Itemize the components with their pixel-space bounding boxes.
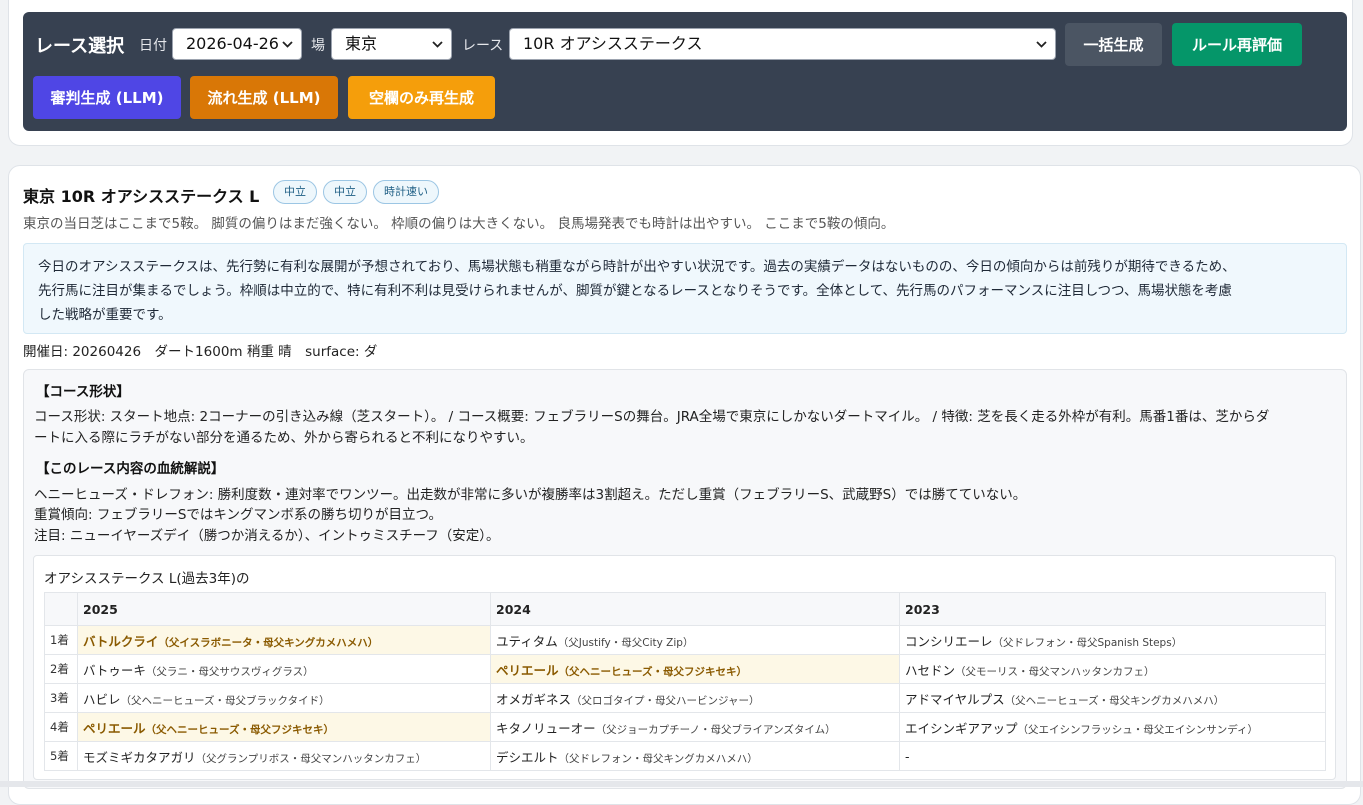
chevron-down-icon <box>279 29 295 59</box>
bloodline-line: ヘニーヒューズ・ドレフォン: 勝利度数・連対率でワンツー。出走数が非常に多いが複… <box>34 487 1027 503</box>
race-select-value: 10R オアシスステークス <box>523 34 703 53</box>
table-row: 1着 バトルクライ（父イスラボニータ・母父キングカメハメハ） ユティタム（父Just… <box>44 625 1326 655</box>
horse-name: バトルクライ <box>83 633 159 649</box>
venue-label: 場 <box>311 38 325 54</box>
horse-name: デシエルト <box>496 749 559 765</box>
horse-name: ハビレ <box>83 691 121 707</box>
table-row: 4着 ペリエール（父ヘニーヒューズ・母父フジキセキ） キタノリューオー（父ジョーカプ… <box>44 712 1326 742</box>
llm-line: した戦略が重要です。 <box>38 307 172 323</box>
table-row: 3着 ハビレ（父ヘニーヒューズ・母父ブラックタイド） オメガギネス（父ロゴタイプ・母… <box>44 683 1326 713</box>
track-summary: 東京の当日芝はここまで5鞍。 脚質の偏りはまだ強くない。 枠順の偏りは大きくない… <box>23 216 895 232</box>
pace-badge: 中立 <box>273 180 317 204</box>
chevron-down-icon <box>1033 29 1049 59</box>
course-shape-heading: 【コース形状】 <box>36 384 130 400</box>
horse-cell: アドマイヤルプス（父ヘニーヒューズ・母父キングカメハメハ） <box>899 683 1326 713</box>
draw-badge: 中立 <box>323 180 367 204</box>
race-label: レース <box>462 38 504 54</box>
horse-name: - <box>905 748 910 764</box>
bulk-generate-button[interactable]: 一括生成 <box>1065 23 1162 66</box>
llm-commentary: 今日のオアシスステークスは、先行勢に有利な展開が予想されており、馬場状態も稍重な… <box>23 243 1347 334</box>
regenerate-empty-button[interactable]: 空欄のみ再生成 <box>348 76 495 119</box>
horse-pedigree: （父ドレフォン・母父キングカメハメハ） <box>558 752 758 765</box>
course-shape-line: コース形状: スタート地点: 2コーナーの引き込み線（芝スタート）。 / コース… <box>34 409 1270 425</box>
rank-header <box>44 592 78 626</box>
chevron-down-icon <box>429 29 445 59</box>
venue-select-value: 東京 <box>345 34 378 53</box>
year-header: 2023 <box>899 592 1326 626</box>
llm-line: 今日のオアシスステークスは、先行勢に有利な展開が予想されており、馬場状態も稍重な… <box>38 259 1236 275</box>
llm-line: 先行馬に注目が集まるでしょう。枠順は中立的で、特に有利不利は見受けられませんが、… <box>38 283 1232 299</box>
flow-generate-llm-button[interactable]: 流れ生成 (LLM) <box>190 76 338 119</box>
toolbar-title: レース選択 <box>35 36 125 57</box>
horse-pedigree: （父モーリス・母父マンハッタンカフェ） <box>955 665 1155 678</box>
horse-pedigree: （父ジョーカプチーノ・母父ブライアンズタイム） <box>595 723 836 736</box>
horse-pedigree: （父ドレフォン・母父Spanish Steps） <box>992 636 1183 649</box>
horse-cell: ハビレ（父ヘニーヒューズ・母父ブラックタイド） <box>77 683 491 713</box>
horse-name: ペリエール <box>496 662 559 678</box>
horse-name: バトゥーキ <box>83 662 146 678</box>
horse-name: エイシンギアアップ <box>905 720 1018 736</box>
date-select[interactable]: 2026-04-26 <box>172 28 302 60</box>
horse-cell: モズミギカタアガリ（父グランプリボス・母父マンハッタンカフェ） <box>77 741 491 771</box>
date-label: 日付 <box>139 38 167 54</box>
horse-pedigree: （父ヘニーヒューズ・母父フジキセキ） <box>145 723 334 736</box>
table-row: 5着 モズミギカタアガリ（父グランプリボス・母父マンハッタンカフェ） デシエルト（父… <box>44 741 1326 771</box>
horse-cell: ユティタム（父Justify・母父City Zip） <box>490 625 900 655</box>
finish-rank: 2着 <box>44 654 78 684</box>
horse-name: アドマイヤルプス <box>905 691 1005 707</box>
horse-cell: エイシンギアアップ（父エイシンフラッシュ・母父エイシンサンディ） <box>899 712 1326 742</box>
horse-cell: キタノリューオー（父ジョーカプチーノ・母父ブライアンズタイム） <box>490 712 900 742</box>
horse-pedigree: （父Justify・母父City Zip） <box>557 636 694 649</box>
horse-cell: バトルクライ（父イスラボニータ・母父キングカメハメハ） <box>77 625 491 655</box>
horse-cell: ハセドン（父モーリス・母父マンハッタンカフェ） <box>899 654 1326 684</box>
horse-name: ペリエール <box>83 720 146 736</box>
bloodline-line: 重賞傾向: フェブラリーSではキングマンボ系の勝ち切りが目立つ。 <box>34 507 442 523</box>
horse-pedigree: （父ヘニーヒューズ・母父フジキセキ） <box>558 665 747 678</box>
horse-pedigree: （父ラニ・母父サウスヴィグラス） <box>145 665 314 678</box>
horse-pedigree: （父ヘニーヒューズ・母父キングカメハメハ） <box>1004 694 1225 707</box>
horse-name: モズミギカタアガリ <box>83 749 196 765</box>
table-row: 2着 バトゥーキ（父ラニ・母父サウスヴィグラス） ペリエール（父ヘニーヒューズ・母父… <box>44 654 1326 684</box>
horse-name: キタノリューオー <box>496 720 596 736</box>
finish-rank: 5着 <box>44 741 78 771</box>
horse-name: コンシリエーレ <box>905 633 993 649</box>
race-meta: 開催日: 20260426 ダート1600m 稍重 晴 surface: ダ <box>23 344 378 360</box>
horizontal-scrollbar[interactable] <box>0 781 1363 787</box>
course-shape-line: ートに入る際にラチがない部分を通るため、外から寄られると不利になりやすい。 <box>34 430 534 446</box>
past-results-table: 2025 2024 2023 1着 バトルクライ（父イスラボニータ・母父キングカメ… <box>44 592 1326 771</box>
judge-generate-llm-button[interactable]: 審判生成 (LLM) <box>33 76 181 119</box>
horse-cell: ペリエール（父ヘニーヒューズ・母父フジキセキ） <box>77 712 491 742</box>
bloodline-line: 注目: ニューイヤーズデイ（勝つか消えるか）、イントゥミスチーフ（安定）。 <box>34 528 500 544</box>
race-select-toolbar: レース選択 日付 2026-04-26 場 東京 レース 10R オアシスステー… <box>23 12 1347 131</box>
table-header-row: 2025 2024 2023 <box>44 592 1326 626</box>
horse-cell: バトゥーキ（父ラニ・母父サウスヴィグラス） <box>77 654 491 684</box>
finish-rank: 3着 <box>44 683 78 713</box>
horse-pedigree: （父イスラボニータ・母父キングカメハメハ） <box>158 636 379 649</box>
horse-pedigree: （父グランプリボス・母父マンハッタンカフェ） <box>195 752 427 765</box>
time-badge: 時計速い <box>373 180 439 204</box>
race-title: 東京 10R オアシスステークス L <box>23 187 260 206</box>
past-results-title: オアシスステークス L(過去3年)の <box>44 571 250 587</box>
horse-pedigree: （父ヘニーヒューズ・母父ブラックタイド） <box>120 694 330 707</box>
race-select[interactable]: 10R オアシスステークス <box>509 28 1056 60</box>
horse-name: ハセドン <box>905 662 956 678</box>
horse-pedigree: （父エイシンフラッシュ・母父エイシンサンディ） <box>1017 723 1258 736</box>
horse-cell: - <box>899 741 1326 771</box>
horse-cell: デシエルト（父ドレフォン・母父キングカメハメハ） <box>490 741 900 771</box>
horse-cell: オメガギネス（父ロゴタイプ・母父ハービンジャー） <box>490 683 900 713</box>
horse-cell: ペリエール（父ヘニーヒューズ・母父フジキセキ） <box>490 654 900 684</box>
date-select-value: 2026-04-26 <box>186 34 279 53</box>
finish-rank: 4着 <box>44 712 78 742</box>
finish-rank: 1着 <box>44 625 78 655</box>
horse-name: オメガギネス <box>496 691 572 707</box>
horse-name: ユティタム <box>496 633 558 649</box>
year-header: 2024 <box>490 592 900 626</box>
rule-reevaluate-button[interactable]: ルール再評価 <box>1172 23 1302 66</box>
venue-select[interactable]: 東京 <box>331 28 452 60</box>
year-header: 2025 <box>77 592 491 626</box>
horse-cell: コンシリエーレ（父ドレフォン・母父Spanish Steps） <box>899 625 1326 655</box>
bloodline-heading: 【このレース内容の血統解説】 <box>36 461 225 477</box>
horse-pedigree: （父ロゴタイプ・母父ハービンジャー） <box>571 694 760 707</box>
